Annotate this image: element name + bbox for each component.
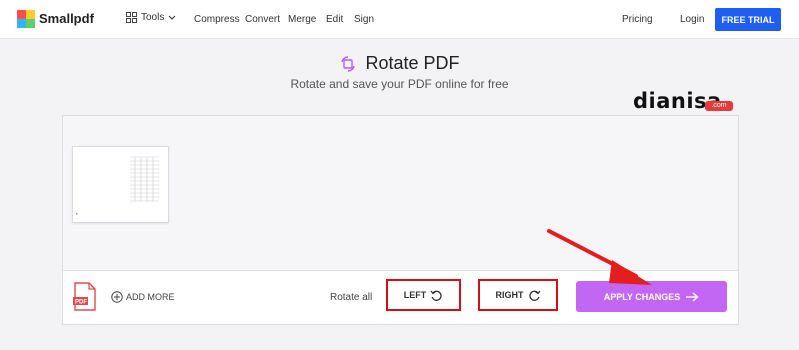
rotate-tool-icon xyxy=(341,55,356,72)
nav-merge[interactable]: Merge xyxy=(288,14,316,25)
page-title: Rotate PDF xyxy=(365,53,460,73)
plus-circle-icon xyxy=(111,291,123,303)
free-trial-button[interactable]: FREE TRIAL xyxy=(715,8,781,31)
apply-changes-label: APPLY CHANGES xyxy=(603,291,681,302)
chevron-down-icon xyxy=(168,15,176,20)
brand-name[interactable]: Smallpdf xyxy=(39,11,94,26)
pdf-file-icon: PDF xyxy=(73,282,96,311)
rotate-left-icon xyxy=(430,290,442,301)
watermark-suffix: .com xyxy=(705,101,733,111)
arrow-right-icon xyxy=(686,291,699,302)
rotate-right-label: RIGHT xyxy=(495,290,524,300)
rotate-left-label: LEFT xyxy=(403,290,427,300)
tools-menu[interactable]: Tools xyxy=(126,12,176,23)
svg-text:PDF: PDF xyxy=(75,300,87,306)
tools-label: Tools xyxy=(141,12,165,23)
rotate-right-icon xyxy=(528,290,541,301)
nav-sign[interactable]: Sign xyxy=(354,14,374,25)
rotate-right-button[interactable]: RIGHT xyxy=(478,279,558,311)
grid-icon xyxy=(126,12,137,23)
page-heading: Rotate PDF xyxy=(0,53,799,74)
add-more-label: ADD MORE xyxy=(126,292,175,302)
nav-compress[interactable]: Compress xyxy=(194,14,240,25)
apply-changes-button[interactable]: APPLY CHANGES xyxy=(576,281,727,312)
nav-convert[interactable]: Convert xyxy=(245,14,280,25)
nav-pricing[interactable]: Pricing xyxy=(622,14,653,25)
add-more-button[interactable]: ADD MORE xyxy=(111,291,175,303)
page-content-preview xyxy=(76,156,159,215)
rotate-all-label: Rotate all xyxy=(330,292,373,303)
nav-edit[interactable]: Edit xyxy=(326,14,343,25)
smallpdf-logo-icon[interactable] xyxy=(17,10,35,28)
top-nav: Smallpdf Tools Compress Convert Merge Ed… xyxy=(0,0,799,39)
rotate-left-button[interactable]: LEFT xyxy=(386,279,461,311)
pdf-page-thumbnail[interactable] xyxy=(72,146,169,223)
nav-login[interactable]: Login xyxy=(680,14,704,25)
